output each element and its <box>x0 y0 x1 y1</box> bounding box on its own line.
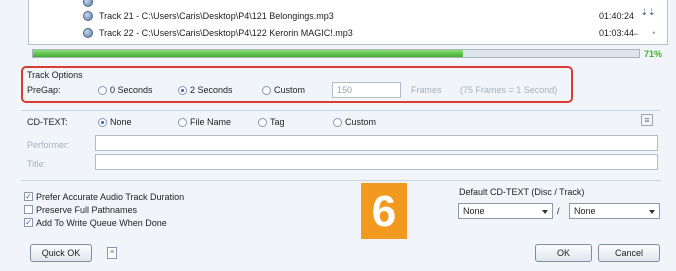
pregap-label: PreGap: <box>27 85 61 95</box>
progress-fill <box>33 50 464 57</box>
add-to-write-queue-label: Add To Write Queue When Done <box>36 218 167 228</box>
track-label: Track 22 - C:\Users\Caris\Desktop\P4\122… <box>99 28 353 38</box>
cd-text-none-label: None <box>110 117 132 127</box>
quick-ok-button[interactable]: Quick OK <box>30 244 92 262</box>
cd-text-custom-radio[interactable] <box>333 118 342 127</box>
step-number-badge: 6 <box>361 183 407 239</box>
document-icon[interactable]: ≡ <box>107 247 117 259</box>
list-item[interactable]: Track 21 - C:\Users\Caris\Desktop\P4\121… <box>29 9 667 24</box>
default-disc-select[interactable]: None <box>458 203 553 219</box>
frames-label: Frames <box>411 85 442 95</box>
remove-icon[interactable]: − <box>628 28 644 40</box>
progress-bar <box>32 49 640 58</box>
pregap-custom-label: Custom <box>274 85 306 95</box>
pregap-0-seconds-radio[interactable] <box>98 86 107 95</box>
audio-track-icon <box>83 0 93 7</box>
pregap-0-seconds-label: 0 Seconds <box>110 85 153 95</box>
audio-track-icon <box>83 28 93 38</box>
pregap-2-seconds-label: 2 Seconds <box>190 85 233 95</box>
move-down-icon[interactable]: ⇣⇣ <box>640 6 656 18</box>
disc-track-separator: / <box>557 206 560 216</box>
preserve-full-pathnames-label: Preserve Full Pathnames <box>36 205 138 215</box>
divider <box>21 110 661 111</box>
progress-percent: 71% <box>644 49 663 59</box>
default-track-value: None <box>574 206 596 216</box>
default-track-select[interactable]: None <box>569 203 660 219</box>
chevron-down-icon <box>542 210 548 214</box>
pregap-custom-input[interactable]: 150 <box>332 82 401 98</box>
cd-text-filename-label: File Name <box>190 117 232 127</box>
title-label: Title: <box>27 159 47 169</box>
track-list[interactable]: Track 21 - C:\Users\Caris\Desktop\P4\121… <box>28 0 668 45</box>
default-disc-value: None <box>463 206 485 216</box>
cd-text-tag-radio[interactable] <box>258 118 267 127</box>
cd-text-custom-label: Custom <box>345 117 377 127</box>
prefer-accurate-duration-checkbox[interactable]: ✓ <box>24 192 33 201</box>
cd-text-none-radio[interactable] <box>98 118 107 127</box>
refresh-icon[interactable]: ◔ <box>645 27 661 39</box>
prefer-accurate-duration-label: Prefer Accurate Audio Track Duration <box>36 192 185 202</box>
add-to-write-queue-checkbox[interactable]: ✓ <box>24 218 33 227</box>
performer-label: Performer: <box>27 140 70 150</box>
title-input[interactable] <box>95 154 658 170</box>
track-options-title: Track Options <box>27 70 83 80</box>
pregap-custom-radio[interactable] <box>262 86 271 95</box>
default-cd-text-label: Default CD-TEXT (Disc / Track) <box>459 187 585 197</box>
divider <box>21 180 661 181</box>
list-item[interactable]: Track 22 - C:\Users\Caris\Desktop\P4\122… <box>29 26 667 41</box>
preserve-full-pathnames-checkbox[interactable] <box>24 205 33 214</box>
track-duration: 01:40:24 <box>599 11 635 21</box>
edit-cd-text-icon[interactable]: ≡ <box>641 114 653 126</box>
cancel-button[interactable]: Cancel <box>598 244 660 262</box>
performer-input[interactable] <box>95 135 658 151</box>
chevron-down-icon <box>649 210 655 214</box>
cd-text-tag-label: Tag <box>270 117 285 127</box>
pregap-2-seconds-radio[interactable] <box>178 86 187 95</box>
cd-text-label: CD-TEXT: <box>27 117 68 127</box>
cd-text-filename-radio[interactable] <box>178 118 187 127</box>
audio-track-icon <box>83 11 93 21</box>
track-label: Track 21 - C:\Users\Caris\Desktop\P4\121… <box>99 11 334 21</box>
frames-hint: (75 Frames = 1 Second) <box>460 85 558 95</box>
ok-button[interactable]: OK <box>535 244 592 262</box>
